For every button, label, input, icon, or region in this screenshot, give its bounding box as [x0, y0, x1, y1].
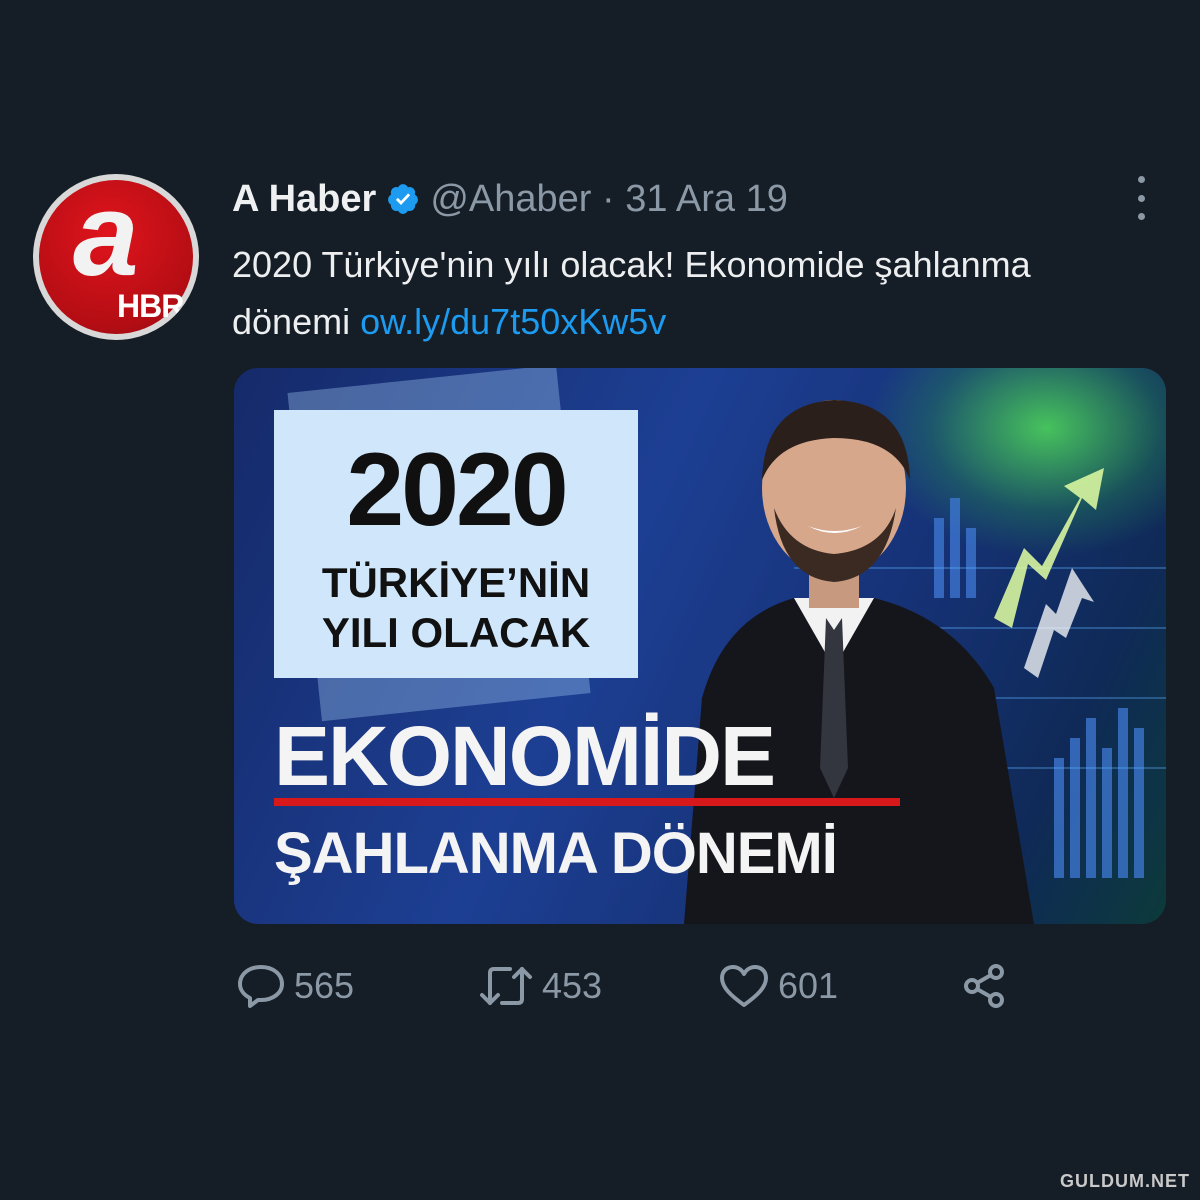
tweet-header: A Haber @Ahaber · 31 Ara 19 [232, 176, 788, 222]
headline-panel: 2020 TÜRKİYE’NİN YILI OLACAK [274, 410, 638, 678]
tweet-actions: 565 453 601 [232, 962, 1032, 1010]
avatar-label: HBR [117, 288, 184, 324]
media-line1: TÜRKİYE’NİN [321, 559, 591, 606]
retweet-button[interactable]: 453 [478, 962, 602, 1010]
verified-badge-icon [388, 184, 419, 214]
reply-button[interactable]: 565 [236, 962, 354, 1010]
more-dot [1137, 194, 1145, 202]
media-year: 2020 [346, 432, 568, 548]
avatar[interactable]: a HBR [33, 174, 199, 340]
share-icon [964, 964, 1004, 1008]
more-dot [1137, 176, 1145, 183]
media-headline: EKONOMİDE [274, 709, 776, 803]
like-button[interactable]: 601 [718, 962, 838, 1010]
reply-icon [238, 965, 284, 1008]
like-icon [720, 965, 768, 1007]
media-subtitle: TÜRKİYE’NİN YILI OLACAK [274, 558, 638, 658]
author-name[interactable]: A Haber [232, 178, 376, 221]
headline-underline [274, 798, 900, 806]
media-line2: YILI OLACAK [321, 609, 591, 656]
like-count: 601 [778, 965, 839, 1006]
retweet-icon [480, 967, 532, 1005]
media-subheadline: ŞAHLANMA DÖNEMİ [274, 821, 838, 886]
avatar-logo: a HBR [39, 176, 193, 334]
retweet-count: 453 [542, 965, 603, 1006]
watermark: GULDUM.NET [1060, 1171, 1190, 1191]
avatar-letter: a [73, 174, 139, 301]
share-button[interactable] [960, 962, 1008, 1010]
more-icon[interactable] [1128, 176, 1154, 220]
more-dot [1137, 213, 1145, 220]
tweet-media[interactable]: 2020 TÜRKİYE’NİN YILI OLACAK EKONOMİDE Ş… [234, 368, 1166, 924]
reply-count: 565 [294, 965, 355, 1006]
tweet-text: 2020 Türkiye'nin yılı olacak! Ekonomide … [232, 236, 1132, 350]
handle-and-date[interactable]: @Ahaber · 31 Ara 19 [430, 178, 788, 221]
tweet-link[interactable]: ow.ly/du7t50xKw5v [360, 301, 666, 342]
